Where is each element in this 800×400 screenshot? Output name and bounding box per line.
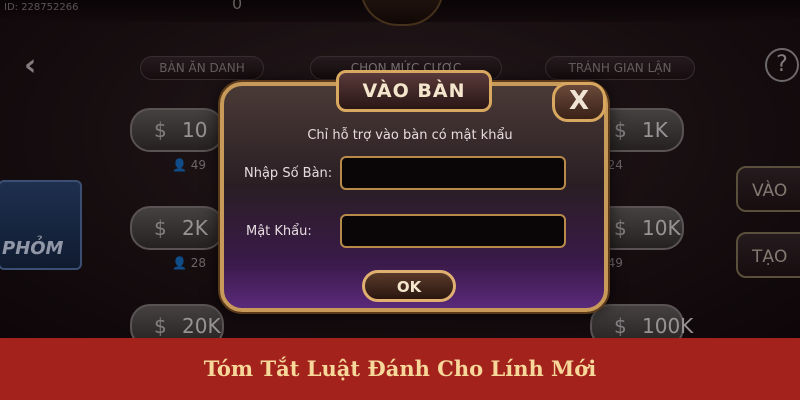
caption-banner: Tóm Tắt Luật Đánh Cho Lính Mới <box>0 338 800 400</box>
dialog-hint: Chỉ hỗ trợ vào bàn có mật khẩu <box>307 128 513 143</box>
close-button[interactable]: X <box>552 82 606 122</box>
room-number-label: Nhập Số Bàn: <box>244 166 333 181</box>
dialog-title: VÀO BÀN <box>336 70 492 112</box>
ok-button[interactable]: OK <box>362 270 456 302</box>
password-input[interactable] <box>340 214 566 248</box>
room-number-input[interactable] <box>340 156 566 190</box>
banner-title: Tóm Tắt Luật Đánh Cho Lính Mới <box>203 356 597 381</box>
password-label: Mật Khẩu: <box>246 224 312 239</box>
